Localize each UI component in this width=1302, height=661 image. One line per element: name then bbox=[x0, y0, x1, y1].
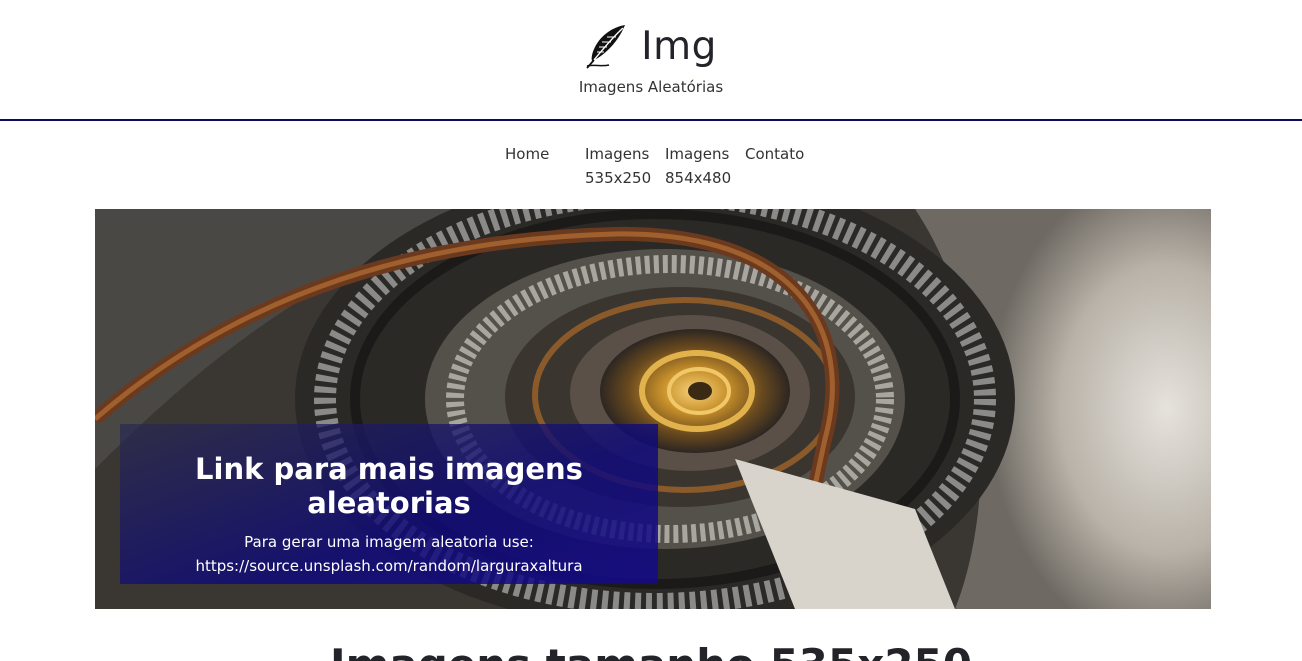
carousel-caption: Link para mais imagens aleatorias Para g… bbox=[120, 424, 658, 584]
nav-contato[interactable]: Contato bbox=[745, 142, 804, 166]
feather-icon bbox=[586, 25, 626, 69]
nav-contato-label: Contato bbox=[745, 145, 805, 163]
brand-link[interactable]: Img bbox=[585, 23, 717, 69]
caption-url[interactable]: https://source.unsplash.com/random/largu… bbox=[120, 554, 658, 578]
nav-images-854x480-line1: Imagens bbox=[665, 145, 730, 163]
caption-title: Link para mais imagens aleatorias bbox=[195, 452, 583, 520]
nav-images-854x480[interactable]: Imagens 854x480 bbox=[665, 142, 731, 190]
site-header: Img Imagens Aleatórias bbox=[0, 0, 1302, 121]
section-title: Imagens tamanho 535x250 bbox=[0, 640, 1302, 661]
caption-instruction: Para gerar uma imagem aleatoria use: bbox=[244, 533, 534, 551]
nav-images-535x250-line2: 535x250 bbox=[585, 169, 652, 187]
nav-images-854x480-line2: 854x480 bbox=[665, 169, 732, 187]
brand-title: Img bbox=[641, 23, 717, 69]
nav-home-label: Home bbox=[505, 145, 550, 163]
nav-images-535x250-line1: Imagens bbox=[585, 145, 650, 163]
brand: Img bbox=[0, 20, 1302, 72]
nav-home[interactable]: Home bbox=[505, 142, 549, 166]
nav-images-535x250[interactable]: Imagens 535x250 bbox=[585, 142, 651, 190]
tagline: Imagens Aleatórias bbox=[578, 78, 724, 96]
hero-carousel[interactable]: Link para mais imagens aleatorias Para g… bbox=[95, 209, 1211, 609]
